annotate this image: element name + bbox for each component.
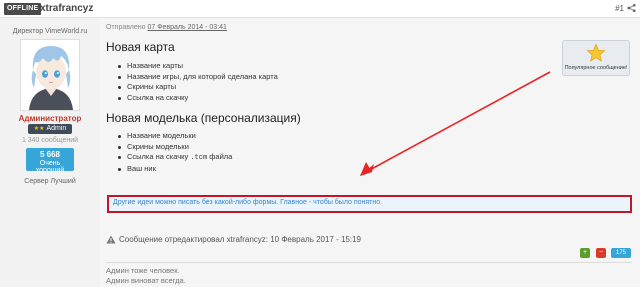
posted-prefix: Отправлено (106, 24, 146, 31)
author-sidebar: Директор VimeWorld.ru Администратор ★★ Ad… (0, 18, 100, 287)
reputation-label: Очень хороший (35, 160, 65, 174)
list-item-text: Ссылка на скачку (127, 152, 189, 161)
server-label: Сервер Лучший (24, 178, 76, 185)
list-item: Скрины карты (118, 82, 278, 93)
edit-notice-text: Сообщение отредактировал xtrafrancyz: 10… (119, 235, 362, 244)
avatar-image (21, 40, 79, 110)
user-title: Директор VimeWorld.ru (12, 28, 88, 35)
list-item: Название модельки (117, 131, 232, 142)
post-header: OFFLINE xtrafrancyz #1 (0, 0, 640, 18)
signature: Админ тоже человек. Админ виноват всегда… (106, 266, 186, 286)
message-count[interactable]: 1 340 сообщений (0, 137, 100, 144)
note-text: Другие идеи можно писать без какой-либо … (113, 199, 383, 206)
list-item: Ссылка на скачку (118, 93, 278, 104)
list-item-suffix: файла (209, 152, 233, 161)
vote-up-button[interactable]: + (580, 248, 590, 258)
avatar[interactable] (20, 39, 80, 111)
star-icon (586, 43, 606, 62)
author-username[interactable]: xtrafrancyz (40, 3, 93, 14)
post-number[interactable]: #1 (615, 4, 624, 13)
arrow-annotation (360, 71, 551, 176)
list-item: Название игры, для которой сделана карта (118, 71, 278, 81)
admin-badge-label: Admin (46, 125, 67, 132)
heading-new-map: Новая карта (106, 40, 175, 54)
new-model-list: Название модельки Скрины модельки Ссылка… (117, 131, 233, 175)
file-extension: .tcm (190, 154, 208, 162)
rank-stars-icon: ★★ (33, 126, 45, 132)
posted-date[interactable]: 07 Февраль 2014 - 03:41 (147, 24, 226, 31)
warning-icon (106, 235, 116, 244)
list-item: Ваш ник (117, 164, 232, 175)
posted-info: Отправлено 07 Февраль 2014 - 03:41 (106, 24, 227, 31)
popular-badge: Популярное сообщение! (562, 40, 630, 76)
highlighted-note: Другие идеи можно писать без какой-либо … (107, 195, 632, 213)
offline-badge: OFFLINE (4, 3, 42, 15)
list-item: Ссылка на скачку .tcm файла (117, 152, 233, 164)
reputation-value: 5 668 (39, 150, 61, 159)
signature-line: Админ тоже человек. (106, 266, 180, 275)
list-item: Название карты (118, 61, 278, 72)
list-item: Скрины модельки (117, 142, 232, 153)
reputation-box: 5 668 Очень хороший (26, 148, 74, 174)
admin-badge: ★★ Admin (28, 124, 72, 134)
vote-count[interactable]: 175 (611, 248, 631, 258)
signature-divider (106, 262, 632, 263)
signature-line: Админ виноват всегда. (106, 276, 186, 285)
popular-label: Популярное сообщение! (564, 65, 628, 71)
post-content: Отправлено 07 Февраль 2014 - 03:41 Попул… (100, 18, 640, 287)
new-map-list: Название карты Название игры, для которо… (118, 61, 278, 104)
vote-down-button[interactable]: − (596, 248, 606, 258)
user-role: Администратор (18, 114, 82, 123)
share-icon[interactable] (627, 3, 636, 13)
edit-notice: Сообщение отредактировал xtrafrancyz: 10… (106, 235, 361, 244)
heading-new-model: Новая моделька (персонализация) (106, 111, 301, 125)
